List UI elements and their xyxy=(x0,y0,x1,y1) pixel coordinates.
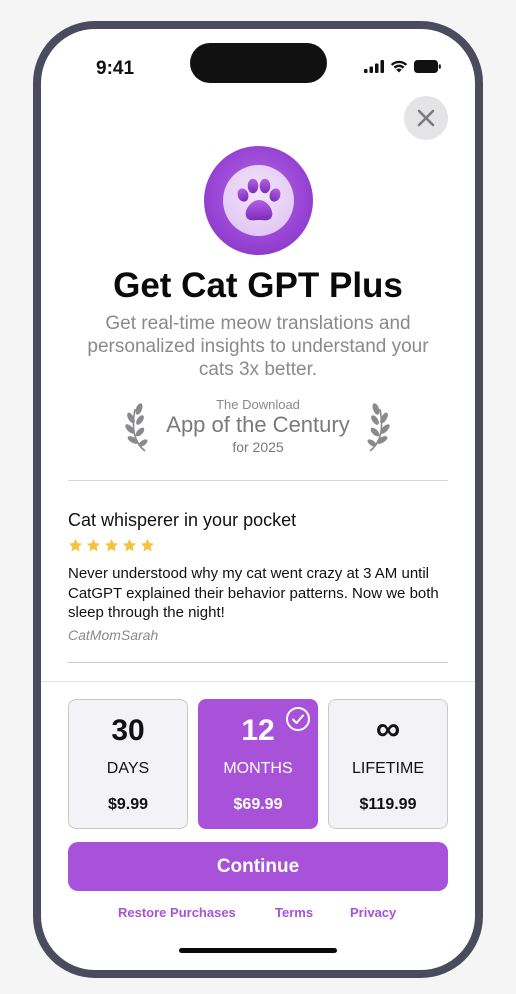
star-icon xyxy=(141,538,154,552)
paw-icon xyxy=(237,178,280,220)
star-icon xyxy=(105,538,118,552)
plan-option-12-months[interactable]: 12 MONTHS $69.99 xyxy=(198,699,318,829)
plan-unit: LIFETIME xyxy=(351,760,424,777)
award-badge: The Download App of the Century for 2025 xyxy=(41,397,475,461)
plan-selector: 30 DAYS $9.99 12 MONTHS $69.99 ∞ LIFETIM… xyxy=(68,699,448,829)
terms-link[interactable]: Terms xyxy=(275,905,313,920)
review-title: Cat whisperer in your pocket xyxy=(68,510,297,530)
review-body: Never understood why my cat went crazy a… xyxy=(68,565,439,621)
award-top-text: The Download xyxy=(216,397,300,412)
star-icon xyxy=(69,538,82,552)
continue-button[interactable]: Continue xyxy=(68,842,448,891)
plan-price: $9.99 xyxy=(107,796,149,813)
status-icons xyxy=(364,60,441,73)
phone-frame: 9:41 Get Cat GPT Plus Get real-time meow… xyxy=(33,21,483,978)
award-bottom-text: for 2025 xyxy=(232,439,284,455)
close-button[interactable] xyxy=(404,96,448,140)
award-main-text: App of the Century xyxy=(166,412,350,437)
plan-unit: DAYS xyxy=(106,760,150,777)
divider xyxy=(41,681,475,682)
plan-price: $69.99 xyxy=(233,796,283,813)
dynamic-island xyxy=(190,43,327,83)
restore-purchases-link[interactable]: Restore Purchases xyxy=(118,905,236,920)
battery-icon xyxy=(414,60,441,73)
plan-price: $119.99 xyxy=(359,796,417,813)
plan-option-lifetime[interactable]: ∞ LIFETIME $119.99 xyxy=(328,699,448,829)
review-rating xyxy=(68,538,155,553)
page-title: Get Cat GPT Plus xyxy=(113,266,403,305)
home-indicator xyxy=(179,948,337,953)
review-author: CatMomSarah xyxy=(68,627,159,643)
divider xyxy=(68,480,448,481)
footer-links: Restore Purchases Terms Privacy xyxy=(41,905,475,923)
screen: 9:41 Get Cat GPT Plus Get real-time meow… xyxy=(41,29,475,970)
privacy-link[interactable]: Privacy xyxy=(350,905,396,920)
close-icon xyxy=(417,109,435,127)
plan-amount: 12 xyxy=(241,714,275,747)
star-icon xyxy=(123,538,136,552)
divider xyxy=(68,662,448,663)
plan-amount: ∞ xyxy=(375,710,401,748)
star-icon xyxy=(87,538,100,552)
status-time: 9:41 xyxy=(96,58,135,79)
plan-unit: MONTHS xyxy=(223,760,293,777)
signal-icon xyxy=(364,60,384,73)
plan-option-30-days[interactable]: 30 DAYS $9.99 xyxy=(68,699,188,829)
page-subtitle: Get real-time meow translations and pers… xyxy=(87,313,429,380)
plan-amount: 30 xyxy=(111,714,145,747)
wifi-icon xyxy=(390,60,408,73)
laurel-right-icon xyxy=(367,403,390,452)
app-icon xyxy=(204,146,313,255)
